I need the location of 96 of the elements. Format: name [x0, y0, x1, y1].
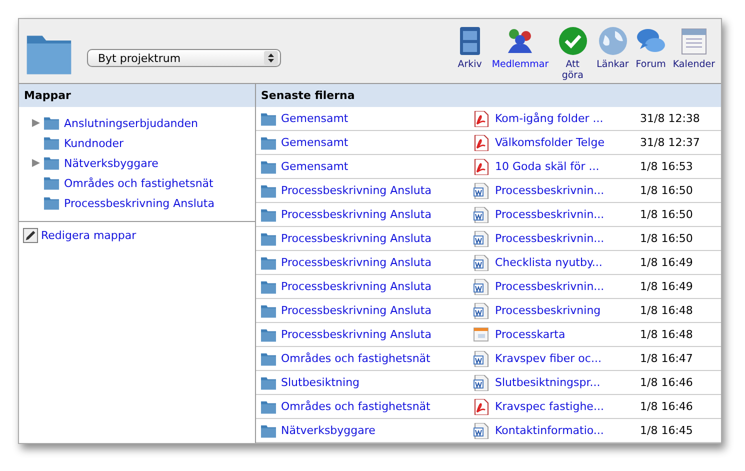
file-link[interactable]: Välkomsfolder Telge: [495, 136, 604, 149]
folder-link[interactable]: Gemensamt: [281, 112, 348, 125]
pdf-file-icon: [473, 110, 489, 126]
folder-link[interactable]: Gemensamt: [281, 160, 348, 173]
folder-icon: [261, 160, 276, 174]
folder-link[interactable]: Processbeskrivning Ansluta: [281, 304, 432, 317]
folder-link[interactable]: Områdes och fastighetsnät: [281, 400, 430, 413]
timestamp: 1/8 16:48: [640, 328, 693, 341]
folder-icon: [44, 176, 59, 190]
file-link[interactable]: Processbeskrivnin...: [495, 208, 604, 221]
timestamp: 1/8 16:47: [640, 352, 693, 365]
toolbar-button[interactable]: Kalender: [672, 25, 715, 81]
folder-link[interactable]: Gemensamt: [281, 136, 348, 149]
file-link[interactable]: Processkarta: [495, 328, 566, 341]
folder-icon: [261, 208, 276, 222]
timestamp: 1/8 16:50: [640, 232, 693, 245]
word-document-icon: [473, 422, 489, 438]
folder-link[interactable]: Processbeskrivning Ansluta: [281, 232, 432, 245]
toolbar-button[interactable]: Att göra: [554, 25, 591, 81]
folder-icon: [44, 196, 59, 210]
word-document-icon: [473, 350, 489, 366]
folder-icon: [44, 136, 59, 150]
file-link[interactable]: Kontaktinformatio...: [495, 424, 604, 437]
word-document-icon: [473, 278, 489, 294]
expand-arrow-icon[interactable]: [31, 158, 41, 168]
file-link[interactable]: Checklista nyutby...: [495, 256, 602, 269]
timestamp: 1/8 16:48: [640, 304, 693, 317]
pencil-icon: [23, 228, 38, 243]
folder-link[interactable]: Processbeskrivning Ansluta: [281, 328, 432, 341]
folder-link[interactable]: Processbeskrivning Ansluta: [281, 280, 432, 293]
expand-arrow-icon[interactable]: [31, 118, 41, 128]
file-link[interactable]: Processbeskrivning: [495, 304, 601, 317]
word-document-icon: [473, 230, 489, 246]
presentation-file-icon: [473, 326, 489, 342]
timestamp: 1/8 16:49: [640, 280, 693, 293]
file-link[interactable]: Kravspec fastighe...: [495, 400, 604, 413]
pdf-file-icon: [473, 134, 489, 150]
folder-icon: [261, 352, 276, 366]
folder-icon: [261, 400, 276, 414]
word-document-icon: [473, 374, 489, 390]
stepper-icon: [264, 51, 278, 65]
folder-icon: [261, 376, 276, 390]
folder-icon: [261, 232, 276, 246]
toolbar-button[interactable]: Forum: [634, 25, 667, 81]
folder-link[interactable]: Nätverksbyggare: [281, 424, 376, 437]
timestamp: 1/8 16:50: [640, 208, 693, 221]
toolbar-button[interactable]: Arkiv: [454, 25, 486, 81]
folder-icon: [261, 184, 276, 198]
folder-icon: [261, 328, 276, 342]
timestamp: 1/8 16:45: [640, 424, 693, 437]
toolbar-button[interactable]: Medlemmar: [492, 25, 549, 81]
folder-link[interactable]: Processbeskrivning Ansluta: [281, 184, 432, 197]
toolbar-button[interactable]: Länkar: [596, 25, 629, 81]
folder-link[interactable]: Slutbesiktning: [281, 376, 360, 389]
word-document-icon: [473, 182, 489, 198]
pdf-file-icon: [473, 398, 489, 414]
timestamp: 31/8 12:38: [640, 112, 700, 125]
file-link[interactable]: Processbeskrivnin...: [495, 280, 604, 293]
timestamp: 1/8 16:46: [640, 400, 693, 413]
folder-link[interactable]: Nätverksbyggare: [64, 156, 158, 170]
globe-icon: [596, 25, 629, 57]
file-link[interactable]: Processbeskrivnin...: [495, 184, 604, 197]
file-link[interactable]: 10 Goda skäl för ...: [495, 160, 600, 173]
project-select[interactable]: Byt projektrum: [87, 49, 281, 67]
folder-link[interactable]: Kundnoder: [64, 136, 124, 150]
timestamp: 1/8 16:50: [640, 184, 693, 197]
panel-header: Senaste filerna: [256, 84, 721, 107]
timestamp: 1/8 16:46: [640, 376, 693, 389]
folder-icon: [44, 116, 59, 130]
folder-link[interactable]: Processbeskrivning Ansluta: [64, 196, 214, 210]
pdf-file-icon: [473, 158, 489, 174]
timestamp: 1/8 16:53: [640, 160, 693, 173]
folder-icon: [261, 136, 276, 150]
folder-link[interactable]: Områdes och fastighetsnät: [64, 176, 214, 190]
folder-link[interactable]: Anslutningserbjudanden: [64, 116, 198, 130]
word-document-icon: [473, 302, 489, 318]
word-document-icon: [473, 254, 489, 270]
folder-link[interactable]: Områdes och fastighetsnät: [281, 352, 430, 365]
timestamp: 1/8 16:49: [640, 256, 693, 269]
folder-link[interactable]: Processbeskrivning Ansluta: [281, 256, 432, 269]
file-link[interactable]: Slutbesiktningspr...: [495, 376, 600, 389]
word-document-icon: [473, 206, 489, 222]
file-link[interactable]: Processbeskrivnin...: [495, 232, 604, 245]
folder-icon: [261, 256, 276, 270]
folder-icon: [261, 424, 276, 438]
file-link[interactable]: Kom-igång folder ...: [495, 112, 604, 125]
edit-folders-link[interactable]: Redigera mappar: [41, 229, 136, 242]
panel-header: Mappar: [19, 84, 255, 107]
folder-icon: [261, 112, 276, 126]
file-link[interactable]: Kravspev fiber oc...: [495, 352, 602, 365]
folder-icon: [261, 304, 276, 318]
checkmark-icon: [556, 25, 589, 57]
folder-link[interactable]: Processbeskrivning Ansluta: [281, 208, 432, 221]
folder-icon: [261, 280, 276, 294]
folder-icon: [44, 156, 59, 170]
timestamp: 31/8 12:37: [640, 136, 700, 149]
